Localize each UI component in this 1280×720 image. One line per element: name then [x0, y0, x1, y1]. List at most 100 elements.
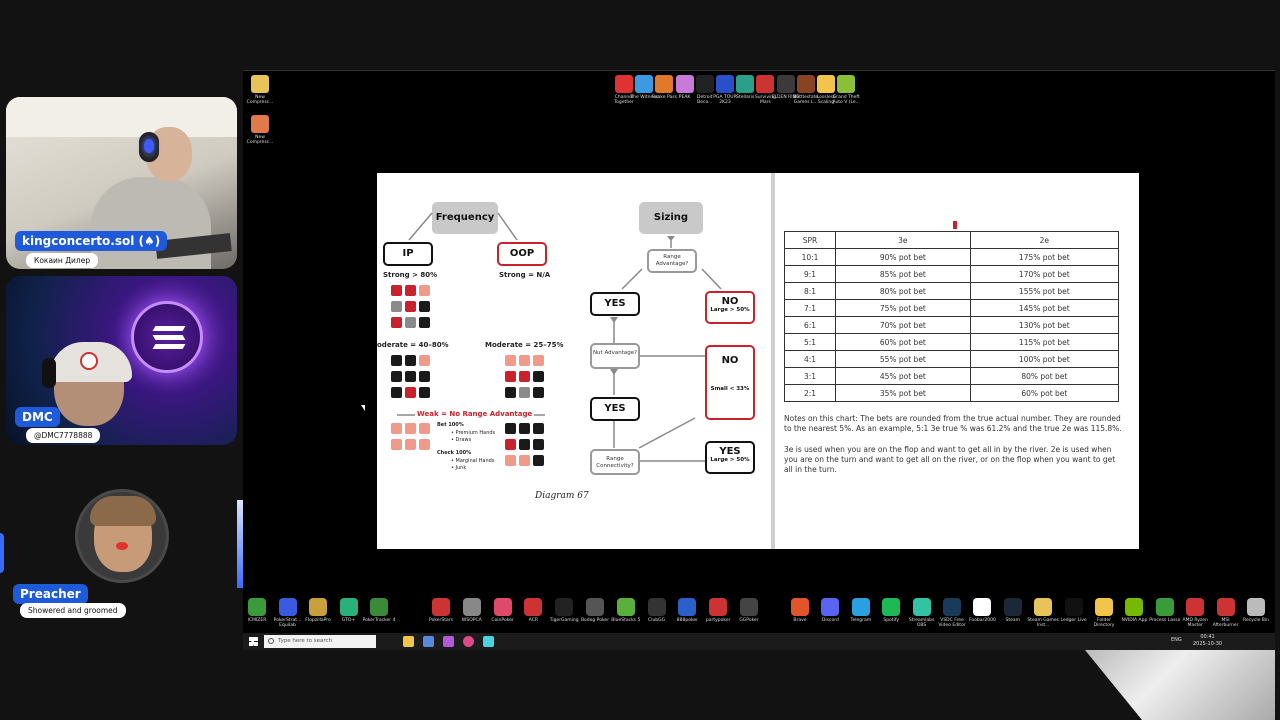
app-icon [1186, 598, 1205, 616]
app-icon [1216, 598, 1235, 616]
table-header: SPR 3e 2e [783, 231, 1120, 249]
hand-card [519, 423, 530, 434]
hand-card [519, 439, 530, 450]
app-icon [586, 598, 604, 616]
desktop-icon[interactable]: Brave [783, 598, 817, 623]
desktop-icon[interactable]: Ledger Live [1057, 598, 1091, 623]
table-cell: 55% pot bet [835, 350, 971, 368]
desktop-icon[interactable]: ClubGG [640, 598, 674, 623]
desktop-icon[interactable]: BlueStacks 5 [609, 598, 643, 623]
desktop-icon[interactable]: Steam Games Inst... [1026, 598, 1060, 628]
taskbar-search-input[interactable]: Type here to search [264, 635, 376, 648]
language-indicator[interactable]: ENG [1171, 637, 1182, 643]
hand-card [419, 371, 430, 382]
desktop-icon[interactable]: Steam [996, 598, 1030, 623]
system-clock[interactable]: 00:41 2025-10-30 [1193, 634, 1222, 648]
desktop-icon[interactable]: Recycle Bin [1239, 598, 1273, 623]
desktop-icon[interactable]: Folder Directory [1087, 598, 1121, 628]
desktop-icon[interactable]: PokerStars [424, 598, 458, 623]
table-cell: 100% pot bet [969, 350, 1120, 368]
hand-card [419, 301, 430, 312]
desktop-icon[interactable]: Bodog Poker [578, 598, 612, 623]
hand-card [391, 439, 402, 450]
desktop-icon[interactable]: Discord [813, 598, 847, 623]
desktop-icon[interactable]: Streamlabs OBS [905, 598, 939, 628]
desktop-icon[interactable]: Spotify [874, 598, 908, 623]
desktop-icon[interactable]: VSDC Free Video Editor [935, 598, 969, 628]
hand-card [391, 387, 402, 398]
chart-notes: Notes on this chart: The bets are rounde… [784, 414, 1122, 433]
desktop-icon[interactable]: WSOPCA [455, 598, 489, 623]
desktop-icon[interactable]: PokerStrat... Equilab [271, 598, 305, 628]
table-row: 5:1 60% pot bet 115% pot bet [783, 333, 1120, 351]
table-row: 4:1 55% pot bet 100% pot bet [783, 350, 1120, 368]
obs-icon[interactable] [463, 636, 474, 647]
archive-icon [251, 75, 269, 93]
desktop-icon[interactable]: partypoker [701, 598, 735, 623]
windows-start-icon[interactable] [249, 637, 258, 646]
app-icon[interactable] [483, 636, 494, 647]
range-connectivity-node: Range Connectivity? [590, 449, 640, 475]
desktop-icon[interactable]: New Compress... [245, 115, 275, 145]
desktop-icon[interactable]: ACR [516, 598, 550, 623]
hand-card [391, 285, 402, 296]
check-label: Check 100% [437, 450, 472, 456]
participant-subtitle: @DMC7778888 [26, 428, 101, 443]
bet-label: Bet 100% [437, 422, 464, 428]
app-icon [278, 598, 297, 616]
hand-card [505, 371, 516, 382]
desktop-icon[interactable]: FlopzillaPro [301, 598, 335, 623]
app-icon [791, 598, 809, 616]
app-icon [821, 598, 840, 616]
page-divider [771, 173, 775, 549]
participant-subtitle: Showered and groomed [20, 603, 126, 618]
webcam-dmc: DMC @DMC7778888 [6, 276, 237, 445]
desktop-icon[interactable]: Process Lasso [1148, 598, 1182, 623]
hand-card [533, 387, 544, 398]
hand-card [391, 355, 402, 366]
range-advantage-node: Range Advantage? [647, 249, 697, 273]
table-cell: 9:1 [783, 265, 837, 283]
table-row: 6:1 70% pot bet 130% pot bet [783, 316, 1120, 334]
app-icon[interactable] [443, 636, 454, 647]
desktop-icon[interactable]: AMD Ryzen Master [1178, 598, 1212, 628]
desktop-icon[interactable]: MSI Afterburner [1209, 598, 1243, 628]
table-cell: 4:1 [783, 350, 837, 368]
desktop-icon[interactable]: GTO+ [332, 598, 366, 623]
desktop-icon[interactable]: Foobar2000 [965, 598, 999, 623]
weak-label: Weak = No Range Advantage [415, 410, 535, 418]
no-small-box: NO Small < 33% [705, 345, 755, 420]
desktop-icon[interactable]: PokerTracker 4 [362, 598, 396, 623]
desktop-icon[interactable]: Grand Theft Auto V (Le... [831, 75, 861, 105]
hand-card [419, 285, 430, 296]
participant-name: kingconcerto.sol (♠) [15, 231, 168, 251]
hand-card [533, 423, 544, 434]
app-icon [524, 598, 543, 616]
desktop-icon[interactable]: Telegram [844, 598, 878, 623]
app-icon [678, 598, 697, 616]
participant-subtitle: Кокаин Дилер [26, 253, 99, 268]
desktop-icon[interactable]: ICMIZER [240, 598, 274, 623]
app-icon [943, 598, 961, 616]
yes-box: YES [590, 397, 640, 421]
yes-box: YES [590, 292, 640, 316]
desktop-icon[interactable]: New Compress... [245, 75, 275, 105]
app-icon [912, 598, 931, 616]
desktop-icon[interactable]: GGPoker [732, 598, 766, 623]
desktop-icon[interactable]: 888poker [670, 598, 704, 623]
no-large-box: NO Large > 50% [705, 291, 755, 324]
bet-item: • Premium Hands [451, 430, 496, 436]
desktop-icon[interactable]: CoinPoker [486, 598, 520, 623]
notepad-icon[interactable] [423, 636, 434, 647]
desktop-icon[interactable]: NVIDIA App [1117, 598, 1151, 623]
table-cell: 85% pot bet [835, 265, 971, 283]
file-explorer-icon[interactable] [403, 636, 414, 647]
desktop-icon[interactable]: TigerGaming [547, 598, 581, 623]
hand-card [391, 301, 402, 312]
table-row: 3:1 45% pot bet 80% pot bet [783, 367, 1120, 385]
table-cell: 60% pot bet [969, 384, 1120, 402]
app-icon [555, 598, 574, 616]
hand-card [533, 371, 544, 382]
table-cell: 7:1 [783, 299, 837, 317]
document-viewer: Frequency Sizing IP OOP Strong > 80% Str… [377, 173, 1139, 549]
